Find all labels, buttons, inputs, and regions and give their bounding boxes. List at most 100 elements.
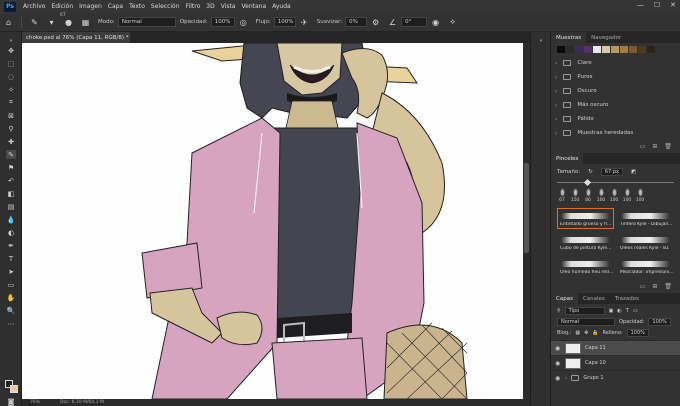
brush-preset-picker-icon[interactable]: ● [63,17,74,28]
flow-field[interactable]: 100% [273,17,296,27]
tab-capas[interactable]: Capas [551,293,578,304]
home-icon[interactable]: ⌂ [3,17,14,28]
swatch[interactable] [620,46,628,53]
smoothing-field[interactable]: 0% [345,17,368,27]
maximize-button[interactable]: ☐ [654,1,660,9]
doc-info[interactable]: Doc: 8,10 M/64,1 M [60,400,104,405]
trash-icon[interactable]: 🗑 [664,283,672,290]
mode-select[interactable]: Normal [117,17,176,27]
brush-tool-icon[interactable]: ✎ [29,17,40,28]
menu-archivo[interactable]: Archivo [20,3,48,10]
brush-preset[interactable]: 67 [557,188,567,203]
brush-item[interactable]: Tintero Kyle - Dibujan... [617,208,674,229]
brush-size-field[interactable]: 67 px [600,168,623,176]
menu-texto[interactable]: Texto [126,3,148,10]
brush-preset[interactable]: 100 [596,188,606,203]
slider-knob[interactable] [583,178,592,187]
new-group-icon[interactable]: ▭ [640,283,646,290]
symmetry-icon[interactable]: ⟡ [447,17,458,28]
chevron-right-icon[interactable]: › [565,375,567,382]
swatch[interactable] [602,46,610,53]
filter-type-icon[interactable]: T [626,308,629,314]
menu-capa[interactable]: Capa [105,3,126,10]
menu-ventana[interactable]: Ventana [238,3,269,10]
eye-icon[interactable]: ◉ [555,345,561,352]
brush-settings-icon[interactable]: ▦ [80,17,91,28]
lock-all-icon[interactable]: 🔒 [592,330,598,336]
gear-icon[interactable]: ⚙ [370,17,381,28]
trash-icon[interactable]: 🗑 [664,143,672,150]
airbrush-icon[interactable]: ✈ [299,17,310,28]
swatch[interactable] [584,46,592,53]
eye-icon[interactable]: ◉ [555,360,561,367]
zoom-tool-icon[interactable]: 🔍 [6,306,16,315]
background-color-swatch[interactable] [10,385,18,393]
swatch-group[interactable]: › Claro [551,56,680,70]
layer-row[interactable]: ◉ Capa 10 [551,355,680,370]
blend-mode-select[interactable]: Normal [557,318,615,326]
swatch[interactable] [557,46,565,53]
menu-seleccion[interactable]: Selección [148,3,183,10]
brush-preset[interactable]: 100 [635,188,645,203]
swatch-group[interactable]: › Muestras heredadas [551,126,680,140]
canvas-area[interactable] [22,43,530,399]
tab-pinceles[interactable]: Pinceles [551,153,584,164]
quick-mask-icon[interactable]: ◙ [6,397,16,406]
swatch[interactable] [566,46,574,53]
type-tool-icon[interactable]: T [6,254,16,263]
menu-3d[interactable]: 3D [203,3,217,10]
brush-item[interactable]: Cubo de pintura Kyle... [557,232,614,253]
menu-imagen[interactable]: Imagen [76,3,105,10]
swatch[interactable] [647,46,655,53]
brush-preset[interactable]: 86 [583,188,593,203]
close-button[interactable]: ✕ [670,1,676,9]
layer-row[interactable]: ◉ Capa 11 [551,340,680,355]
menu-vista[interactable]: Vista [218,3,239,10]
more-tools-icon[interactable]: ⋯ [6,319,16,328]
crop-tool-icon[interactable]: ⌗ [6,98,16,107]
stamp-tool-icon[interactable]: ⚑ [6,163,16,172]
brush-preset[interactable]: 150 [570,188,580,203]
path-select-tool-icon[interactable]: ➤ [6,267,16,276]
move-tool-icon[interactable]: ✥ [6,46,16,55]
gradient-tool-icon[interactable]: ▤ [6,202,16,211]
new-brush-icon[interactable]: ⊞ [652,283,657,290]
swatch-group[interactable]: › Oscuro [551,84,680,98]
vertical-scrollbar[interactable] [523,43,530,399]
brush-size-slider[interactable] [557,178,674,187]
blur-tool-icon[interactable]: 💧 [6,215,16,224]
new-swatch-icon[interactable]: ⊞ [652,143,657,150]
tab-canales[interactable]: Canales [578,293,610,304]
layer-filter-select[interactable]: Tipo [564,307,605,315]
brush-preset[interactable]: 100 [609,188,619,203]
swatch-group[interactable]: › Más oscuro [551,98,680,112]
eyedropper-tool-icon[interactable]: ⚲ [6,124,16,133]
document-tab[interactable]: choke.psd al 76% (Capa 11, RGB/8) * [22,32,130,43]
zoom-readout[interactable]: 76% [30,400,40,405]
lock-position-icon[interactable]: ✥ [584,330,588,336]
history-brush-icon[interactable]: ↶ [6,176,16,185]
lock-pixels-icon[interactable]: ▦ [575,330,580,336]
filter-pixel-icon[interactable]: ▣ [609,308,614,314]
brush-preview-icon[interactable]: ◩ [631,169,636,175]
tab-navegador[interactable]: Navegador [586,32,626,43]
frame-tool-icon[interactable]: ⊠ [6,111,16,120]
brush-item[interactable]: Óleos reales Kyle - 81 [617,232,674,253]
swatch[interactable] [593,46,601,53]
layer-opacity-field[interactable]: 100% [648,318,671,326]
swatch[interactable] [575,46,583,53]
pressure-size-icon[interactable]: ◉ [430,17,441,28]
pen-tool-icon[interactable]: ✒ [6,241,16,250]
brush-tool-icon[interactable]: ✎ [6,150,16,159]
new-group-icon[interactable]: ▭ [640,143,646,150]
swatch[interactable] [611,46,619,53]
healing-tool-icon[interactable]: ✚ [6,137,16,146]
opacity-field[interactable]: 100% [210,17,235,27]
shape-tool-icon[interactable]: ▭ [6,280,16,289]
minimize-button[interactable]: — [637,1,644,9]
menu-ayuda[interactable]: Ayuda [269,3,294,10]
brush-item[interactable]: Óleo húmedo fleu red... [557,256,614,277]
dodge-tool-icon[interactable]: ◐ [6,228,16,237]
swatch[interactable] [638,46,646,53]
eye-icon[interactable]: ◉ [555,375,561,382]
